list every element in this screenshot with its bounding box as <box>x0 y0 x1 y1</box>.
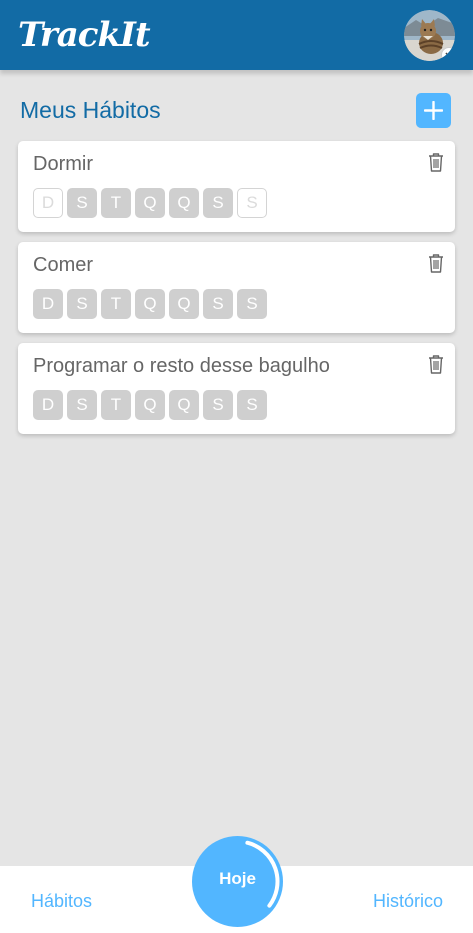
nav-history-link[interactable]: Histórico <box>373 891 443 912</box>
habit-name: Comer <box>33 254 94 276</box>
weekday-button[interactable]: S <box>203 188 233 218</box>
weekday-button[interactable]: D <box>33 390 63 420</box>
page-title: Meus Hábitos <box>20 97 161 123</box>
habit-list: Dormir D S T Q Q S S Comer D S T Q Q S S Programar o res… <box>18 141 455 444</box>
chevron-down-icon[interactable] <box>441 46 455 61</box>
add-habit-button[interactable] <box>416 93 451 128</box>
weekday-selector: DSTQQSS <box>33 390 440 420</box>
weekday-selector: DSTQQSS <box>33 289 440 319</box>
weekday-button[interactable]: S <box>67 289 97 319</box>
weekday-button[interactable]: Q <box>169 188 199 218</box>
weekday-button[interactable]: Q <box>169 390 199 420</box>
weekday-button[interactable]: D <box>33 188 63 218</box>
weekday-button[interactable]: S <box>203 390 233 420</box>
plus-icon <box>424 101 443 120</box>
trash-icon[interactable] <box>428 253 444 273</box>
user-avatar[interactable] <box>404 9 455 61</box>
weekday-button[interactable]: S <box>237 188 267 218</box>
habit-name: Programar o resto desse bagulho <box>33 355 330 377</box>
weekday-button[interactable]: Q <box>135 289 165 319</box>
habit-card: Dormir D S T Q Q S S <box>18 141 455 232</box>
app-logo: TrackIt <box>18 15 151 55</box>
weekday-button[interactable]: S <box>237 289 267 319</box>
top-bar: TrackIt <box>0 0 473 70</box>
habit-card: Comer D S T Q Q S S <box>18 242 455 333</box>
weekday-button[interactable]: S <box>67 188 97 218</box>
habit-name: Dormir <box>33 153 93 175</box>
today-label: Hoje <box>219 868 256 888</box>
weekday-button[interactable]: D <box>33 289 63 319</box>
trash-icon[interactable] <box>428 354 444 374</box>
weekday-button[interactable]: S <box>203 289 233 319</box>
weekday-button[interactable]: T <box>101 289 131 319</box>
today-button[interactable]: Hoje <box>192 836 283 927</box>
habits-header: Meus Hábitos <box>20 93 451 128</box>
habit-card: Programar o resto desse bagulho D S T Q Q S S <box>18 343 455 434</box>
trash-icon[interactable] <box>428 152 444 172</box>
nav-habits-link[interactable]: Hábitos <box>31 891 92 912</box>
weekday-button[interactable]: T <box>101 390 131 420</box>
weekday-button[interactable]: T <box>101 188 131 218</box>
weekday-button[interactable]: S <box>67 390 97 420</box>
weekday-button[interactable]: S <box>237 390 267 420</box>
weekday-selector: DSTQQSS <box>33 188 440 218</box>
weekday-button[interactable]: Q <box>135 188 165 218</box>
weekday-button[interactable]: Q <box>169 289 199 319</box>
weekday-button[interactable]: Q <box>135 390 165 420</box>
